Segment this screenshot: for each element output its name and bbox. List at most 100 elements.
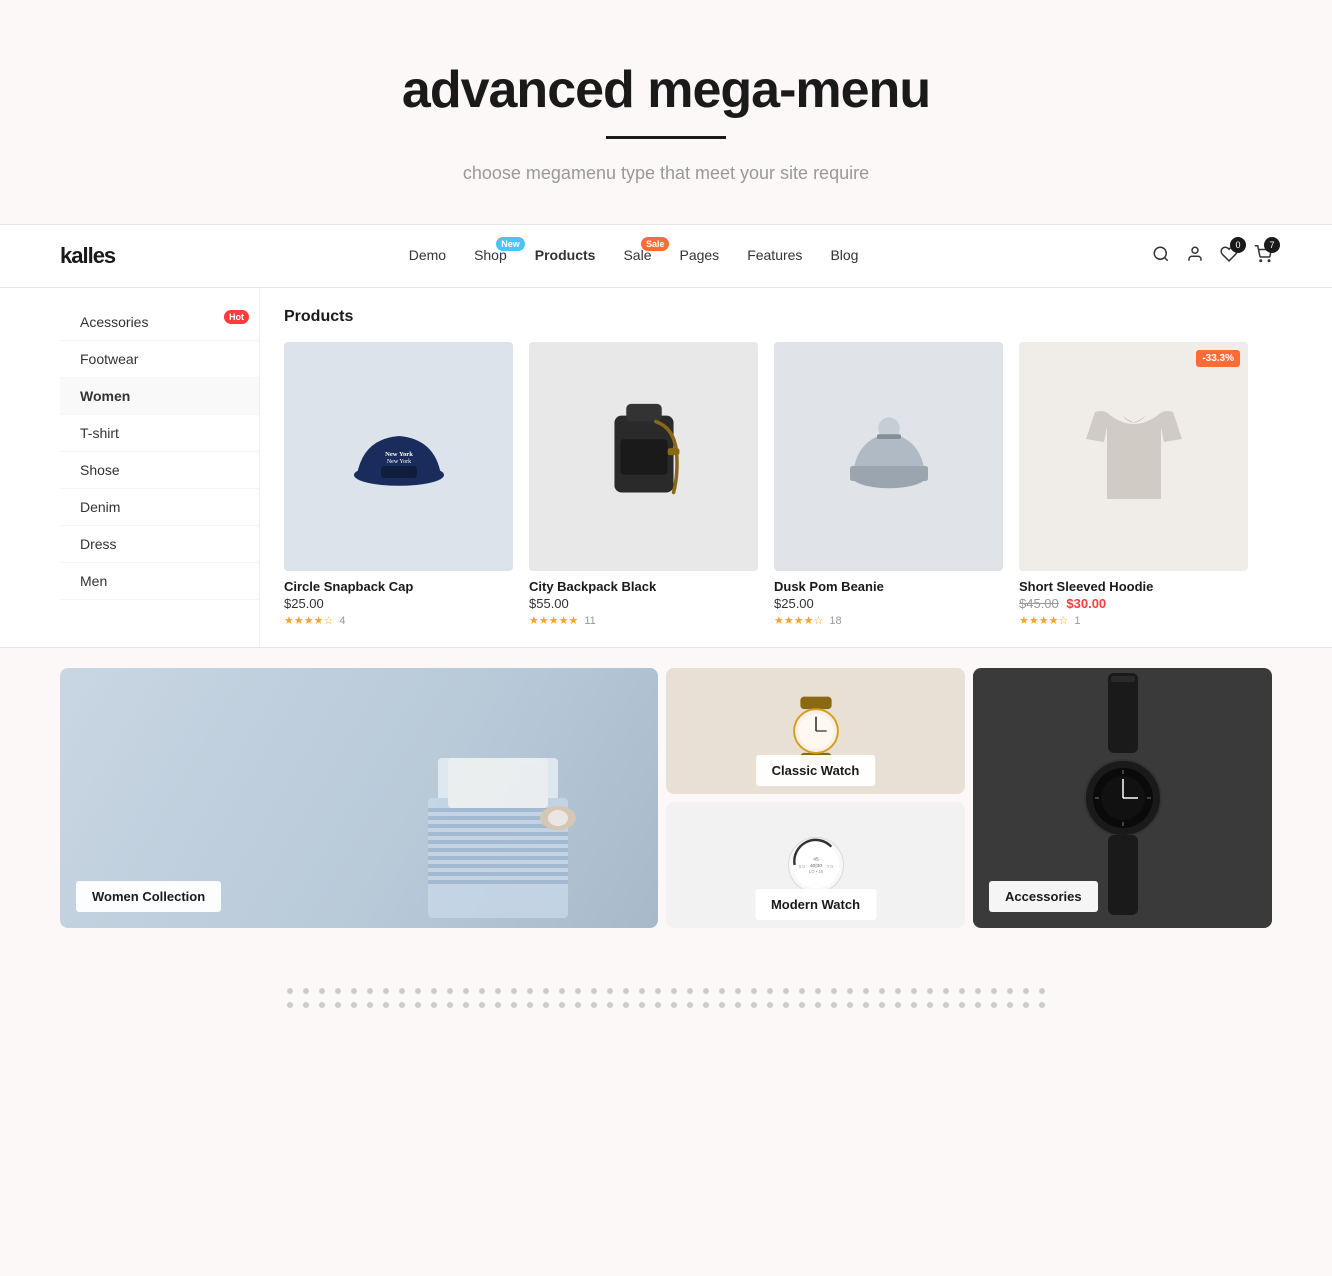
dot [783, 1002, 789, 1008]
dot [767, 1002, 773, 1008]
dot [687, 988, 693, 994]
product-price-1: $25.00 [284, 596, 513, 611]
dot [719, 1002, 725, 1008]
sidebar-item-denim[interactable]: Denim [60, 489, 259, 526]
dot [719, 988, 725, 994]
dot [367, 988, 373, 994]
dot [463, 1002, 469, 1008]
divider [606, 136, 726, 139]
dot [303, 988, 309, 994]
svg-text:40|30: 40|30 [809, 863, 821, 869]
svg-text:New York: New York [386, 459, 410, 465]
banner-label-women: Women Collection [76, 881, 221, 912]
dot [879, 988, 885, 994]
sidebar-item-footwear[interactable]: Footwear [60, 341, 259, 378]
dot [575, 988, 581, 994]
dot [879, 1002, 885, 1008]
dot [671, 1002, 677, 1008]
nav-item-blog[interactable]: Blog [830, 247, 858, 265]
dot [911, 988, 917, 994]
product-card-1[interactable]: New York New York Circle Snapback Cap $2… [284, 342, 513, 627]
cart-count: 7 [1264, 237, 1280, 253]
dots-row-1 [287, 988, 1045, 994]
banner-women-collection[interactable]: Women Collection [60, 668, 658, 928]
wishlist-icon[interactable]: 0 [1220, 245, 1238, 268]
product-card-3[interactable]: Dusk Pom Beanie $25.00 ★★★★☆ 18 [774, 342, 1003, 627]
sidebar-item-dress[interactable]: Dress [60, 526, 259, 563]
dot [623, 988, 629, 994]
nav-item-shop[interactable]: Shop New [474, 247, 507, 265]
products-section-title: Products [284, 308, 1248, 326]
dot [975, 988, 981, 994]
dot [511, 1002, 517, 1008]
sale-badge: Sale [641, 237, 670, 251]
dot [367, 1002, 373, 1008]
dot [815, 988, 821, 994]
wishlist-count: 0 [1230, 237, 1246, 253]
dot [527, 1002, 533, 1008]
dot [287, 988, 293, 994]
dot [431, 1002, 437, 1008]
dot [799, 1002, 805, 1008]
banner-modern-watch[interactable]: 45 40|30 LO • 18 6.0 7.0 Modern Watch [666, 802, 965, 928]
dot [847, 1002, 853, 1008]
sidebar-item-men[interactable]: Men [60, 563, 259, 600]
sidebar-item-tshirt[interactable]: T-shirt [60, 415, 259, 452]
new-badge: New [496, 237, 525, 251]
banner-classic-watch[interactable]: Classic Watch [666, 668, 965, 794]
navbar: kalles Demo Shop New Products Sale Sale … [0, 224, 1332, 288]
nav-item-products[interactable]: Products [535, 247, 596, 265]
cart-icon[interactable]: 7 [1254, 245, 1272, 268]
mega-products-panel: Products New York New York Circle Snapba… [260, 288, 1272, 647]
product-price-2: $55.00 [529, 596, 758, 611]
dot [607, 988, 613, 994]
dot [303, 1002, 309, 1008]
dot [895, 988, 901, 994]
dots-section [0, 948, 1332, 1028]
dot [351, 1002, 357, 1008]
dot [447, 988, 453, 994]
nav-item-pages[interactable]: Pages [679, 247, 719, 265]
hero-subtitle: choose megamenu type that meet your site… [20, 163, 1312, 184]
dot [415, 1002, 421, 1008]
dot [767, 988, 773, 994]
dot [575, 1002, 581, 1008]
sidebar-item-accessories[interactable]: Acessories Hot [60, 304, 259, 341]
sidebar-categories: Acessories Hot Footwear Women T-shirt Sh… [60, 288, 260, 647]
user-icon[interactable] [1186, 245, 1204, 268]
dots-row-2 [287, 1002, 1045, 1008]
dot [1039, 1002, 1045, 1008]
product-card-2[interactable]: City Backpack Black $55.00 ★★★★★ 11 [529, 342, 758, 627]
nav-item-demo[interactable]: Demo [409, 247, 446, 265]
dot [863, 988, 869, 994]
product-stars-2: ★★★★★ 11 [529, 614, 758, 627]
banner-section: Women Collection Classic Watch [0, 648, 1332, 948]
banner-accessories[interactable]: Accessories [973, 668, 1272, 928]
product-price-3: $25.00 [774, 596, 1003, 611]
dot [559, 988, 565, 994]
dot [975, 1002, 981, 1008]
search-icon[interactable] [1152, 245, 1170, 268]
dot [543, 1002, 549, 1008]
dot [751, 1002, 757, 1008]
product-card-4[interactable]: -33.3% Short Sleeved Hoodie $45.00 $30.0… [1019, 342, 1248, 627]
dot [1007, 988, 1013, 994]
sidebar-item-women[interactable]: Women [60, 378, 259, 415]
nav-item-sale[interactable]: Sale Sale [623, 247, 651, 265]
products-grid: New York New York Circle Snapback Cap $2… [284, 342, 1248, 627]
dot [927, 988, 933, 994]
svg-text:LO • 18: LO • 18 [808, 869, 823, 874]
dot [895, 1002, 901, 1008]
dot [735, 988, 741, 994]
dot [495, 1002, 501, 1008]
dot [383, 1002, 389, 1008]
dot [671, 988, 677, 994]
dot [335, 1002, 341, 1008]
dot [591, 1002, 597, 1008]
logo[interactable]: kalles [60, 243, 115, 269]
dot [831, 988, 837, 994]
nav-item-features[interactable]: Features [747, 247, 802, 265]
hot-badge: Hot [224, 310, 249, 324]
page-title: advanced mega-menu [20, 60, 1312, 120]
sidebar-item-shoes[interactable]: Shose [60, 452, 259, 489]
